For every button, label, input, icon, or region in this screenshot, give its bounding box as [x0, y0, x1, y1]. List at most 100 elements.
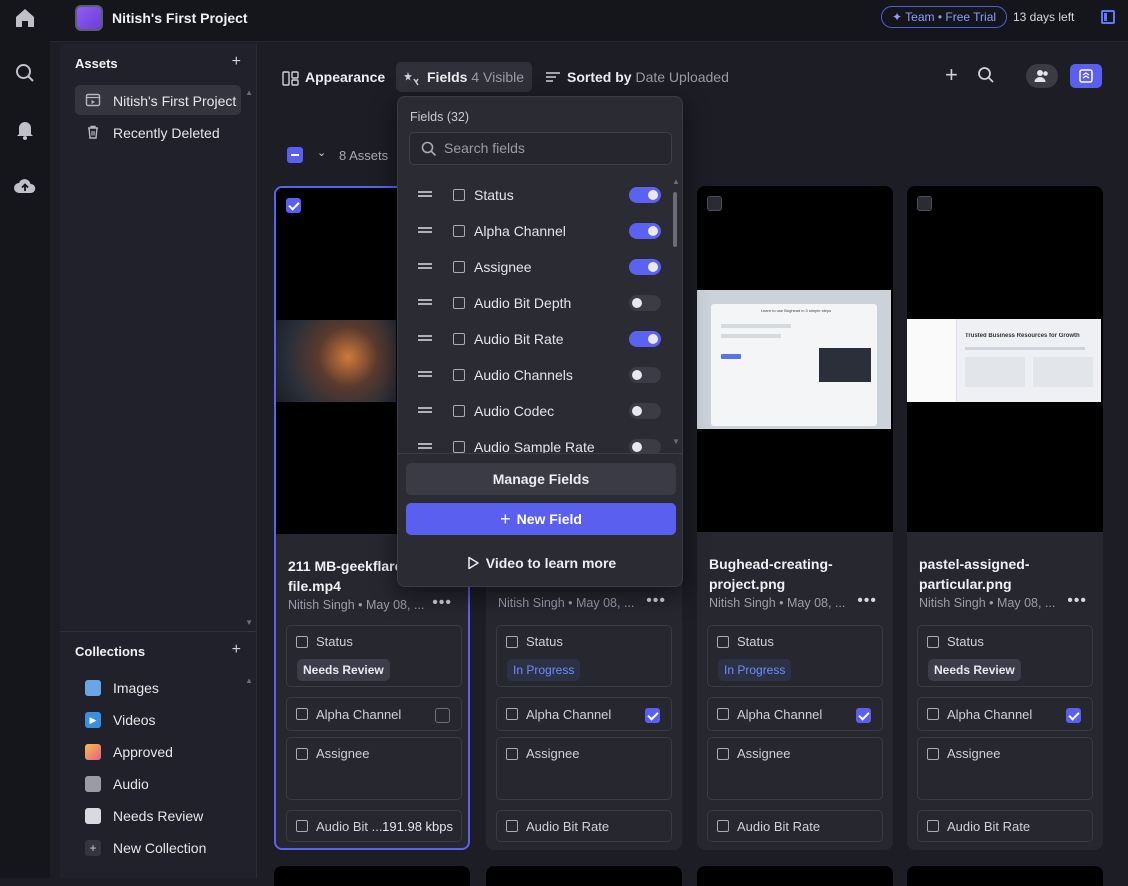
field-label: Audio Bit Rate: [526, 819, 610, 834]
field-row-audio-codec[interactable]: Audio Codec: [398, 393, 674, 429]
trial-badge[interactable]: ✦ Team • Free Trial: [881, 6, 1008, 28]
project-name[interactable]: Nitish's First Project: [112, 10, 248, 26]
card-checkbox[interactable]: [707, 196, 722, 211]
field-row-status[interactable]: Status: [398, 177, 674, 213]
divider: [60, 631, 257, 632]
person-field-icon: [296, 748, 308, 760]
scroll-up-arrow[interactable]: ▲: [245, 88, 253, 97]
scroll-up-arrow[interactable]: ▲: [672, 177, 680, 186]
more-options-icon[interactable]: •••: [1067, 592, 1087, 610]
number-field-icon: [453, 297, 465, 309]
asset-card-partial[interactable]: [486, 866, 682, 886]
select-all-checkbox[interactable]: [287, 147, 303, 163]
drag-handle-icon[interactable]: [418, 191, 432, 197]
asset-card-partial[interactable]: [697, 866, 893, 886]
card-checkbox[interactable]: [917, 196, 932, 211]
drag-handle-icon[interactable]: [418, 299, 432, 305]
asset-card-partial[interactable]: [274, 866, 470, 886]
field-visibility-toggle[interactable]: [629, 259, 661, 275]
field-visibility-toggle[interactable]: [629, 403, 661, 419]
drag-handle-icon[interactable]: [418, 263, 432, 269]
search-icon[interactable]: [977, 66, 995, 84]
drag-handle-icon[interactable]: [418, 371, 432, 377]
alpha-channel-checkbox[interactable]: [1066, 708, 1081, 723]
home-icon[interactable]: [13, 6, 37, 30]
add-asset-button[interactable]: +: [232, 53, 241, 71]
asset-card[interactable]: Learn to use Bughead in 3 simple steps B…: [697, 186, 893, 850]
field-row-assignee[interactable]: Assignee: [398, 249, 674, 285]
dropdown-scrollbar[interactable]: [673, 192, 677, 247]
status-badge[interactable]: In Progress: [718, 659, 792, 681]
chevron-down-icon[interactable]: ⌄: [317, 146, 326, 159]
card-checkbox[interactable]: [286, 198, 301, 213]
search-fields-input[interactable]: [444, 140, 654, 156]
assignee-field[interactable]: Assignee: [707, 737, 883, 800]
sort-button[interactable]: Sorted by Date Uploaded: [545, 62, 729, 92]
scroll-down-arrow[interactable]: ▼: [672, 437, 680, 446]
checkbox-field-icon: [927, 708, 939, 720]
card-meta: Nitish Singh • May 08, ...: [498, 596, 635, 610]
drag-handle-icon[interactable]: [418, 335, 432, 341]
top-bar: Nitish's First Project ✦ Team • Free Tri…: [50, 0, 1128, 42]
status-badge[interactable]: Needs Review: [297, 659, 390, 681]
video-learn-more-link[interactable]: Video to learn more: [398, 555, 684, 571]
assignee-field[interactable]: Assignee: [496, 737, 672, 800]
share-users-button[interactable]: [1026, 64, 1058, 88]
more-options-icon[interactable]: •••: [857, 592, 877, 610]
alpha-channel-checkbox[interactable]: [645, 708, 660, 723]
manage-fields-button[interactable]: Manage Fields: [406, 463, 676, 495]
upload-cloud-icon[interactable]: [13, 174, 37, 198]
fields-button[interactable]: Fields 4 Visible: [396, 62, 533, 92]
field-label: Audio Codec: [474, 403, 555, 419]
status-field: Status In Progress: [496, 625, 672, 687]
field-row-audio-channels[interactable]: Audio Channels: [398, 357, 674, 393]
field-visibility-toggle[interactable]: [629, 331, 661, 347]
field-visibility-toggle[interactable]: [629, 187, 661, 203]
status-badge[interactable]: In Progress: [507, 659, 581, 681]
status-badge[interactable]: Needs Review: [928, 659, 1021, 681]
drag-handle-icon[interactable]: [418, 443, 432, 449]
appearance-label: Appearance: [305, 69, 386, 85]
search-fields-box[interactable]: [409, 132, 672, 165]
panel-view-button[interactable]: [1070, 64, 1102, 88]
field-row-audio-bit-rate[interactable]: Audio Bit Rate: [398, 321, 674, 357]
project-logo[interactable]: [75, 5, 103, 31]
assignee-field[interactable]: Assignee: [917, 737, 1093, 800]
scroll-up-arrow[interactable]: ▲: [245, 676, 253, 685]
layers-icon: [1079, 69, 1093, 83]
add-collection-button[interactable]: +: [232, 641, 241, 659]
more-options-icon[interactable]: •••: [432, 594, 452, 612]
appearance-button[interactable]: Appearance: [282, 62, 385, 92]
drag-handle-icon[interactable]: [418, 227, 432, 233]
field-row-audio-bit-depth[interactable]: Audio Bit Depth: [398, 285, 674, 321]
drag-handle-icon[interactable]: [418, 407, 432, 413]
field-visibility-toggle[interactable]: [629, 223, 661, 239]
add-icon[interactable]: +: [945, 62, 958, 88]
field-row-alpha-channel[interactable]: Alpha Channel: [398, 213, 674, 249]
field-label: Status: [316, 634, 353, 649]
field-visibility-toggle[interactable]: [629, 439, 661, 453]
asset-card-partial[interactable]: [907, 866, 1103, 886]
asset-card[interactable]: Trusted Business Resources for Growth pa…: [907, 186, 1103, 850]
sidebar-item-recently-deleted[interactable]: Recently Deleted: [75, 117, 241, 147]
field-label: Assignee: [474, 259, 532, 275]
field-label: Status: [947, 634, 984, 649]
bell-icon[interactable]: [13, 117, 37, 141]
more-options-icon[interactable]: •••: [646, 592, 666, 610]
field-label: Alpha Channel: [316, 707, 402, 722]
new-field-button[interactable]: + New Field: [406, 503, 676, 535]
status-field: Status Needs Review: [917, 625, 1093, 687]
scroll-down-arrow[interactable]: ▼: [245, 618, 253, 627]
alpha-channel-checkbox[interactable]: [435, 708, 450, 723]
person-field-icon: [506, 748, 518, 760]
search-icon[interactable]: [13, 61, 37, 85]
panel-toggle-icon[interactable]: [1101, 10, 1115, 24]
field-label: Alpha Channel: [474, 223, 566, 239]
dropdown-field-icon: [453, 189, 465, 201]
field-visibility-toggle[interactable]: [629, 367, 661, 383]
sidebar-item-project[interactable]: Nitish's First Project: [75, 85, 241, 115]
assignee-field[interactable]: Assignee: [286, 737, 462, 800]
alpha-channel-checkbox[interactable]: [856, 708, 871, 723]
field-row-audio-sample-rate[interactable]: Audio Sample Rate: [398, 429, 674, 453]
field-visibility-toggle[interactable]: [629, 295, 661, 311]
